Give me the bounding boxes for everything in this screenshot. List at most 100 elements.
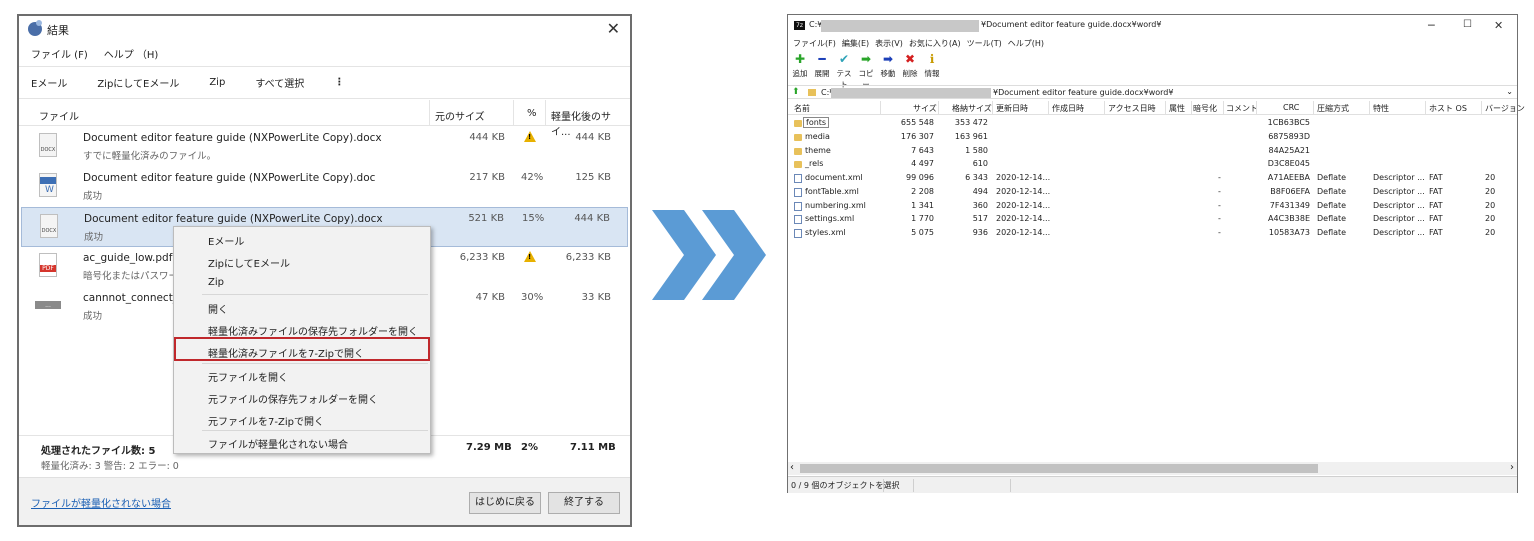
info-icon: ℹ <box>929 52 935 66</box>
item-name: document.xml <box>805 173 863 182</box>
app-icon <box>28 20 42 36</box>
menu-bar: ファイル (F) ヘルプ （H) <box>31 46 158 61</box>
menu-help[interactable]: ヘルプ （H) <box>104 46 159 61</box>
item-name: styles.xml <box>805 228 846 237</box>
help-link[interactable]: ファイルが軽量化されない場合 <box>31 495 171 510</box>
ctx-not-reduced-help[interactable]: ファイルが軽量化されない場合 <box>208 436 348 451</box>
col-attributes[interactable]: 属性 <box>1169 103 1185 114</box>
select-all-button[interactable]: すべて選択 <box>255 75 304 90</box>
finish-button[interactable]: 終了する <box>548 492 620 514</box>
col-file[interactable]: ファイル <box>39 108 79 123</box>
col-name[interactable]: 名前 <box>794 103 810 114</box>
email-button[interactable]: Eメール <box>31 75 67 90</box>
maximize-icon[interactable]: ☐ <box>1463 19 1472 30</box>
folder-row[interactable]: theme 7 643 1 580 84A25A21 <box>788 145 1517 159</box>
ctx-open[interactable]: 開く <box>208 301 228 316</box>
orig-size: 6,233 KB <box>459 252 505 263</box>
scroll-thumb[interactable] <box>800 464 1318 473</box>
more-options-icon[interactable]: ⋮ <box>334 77 344 88</box>
xml-file-icon <box>794 174 802 183</box>
footer: ファイルが軽量化されない場合 はじめに戻る 終了する <box>19 477 630 525</box>
file-row[interactable]: fontTable.xml 2 208 494 2020-12-14... - … <box>788 186 1517 200</box>
folder-row[interactable]: fonts 655 548 353 472 1CB63BC5 <box>788 117 1517 131</box>
folder-icon <box>794 161 802 168</box>
col-method[interactable]: 圧縮方式 <box>1317 103 1349 114</box>
col-created[interactable]: 作成日時 <box>1052 103 1084 114</box>
col-host-os[interactable]: ホスト OS <box>1429 103 1467 114</box>
chevron-down-icon[interactable]: ⌄ <box>1506 87 1513 96</box>
scroll-left-icon[interactable]: ‹ <box>790 462 794 473</box>
col-comment[interactable]: コメント <box>1226 103 1258 114</box>
xml-file-icon <box>794 229 802 238</box>
add-button[interactable]: ✚ 追加 <box>789 53 811 79</box>
processed-detail: 軽量化済み: 3 警告: 2 エラー: 0 <box>41 461 179 472</box>
menu-view[interactable]: 表示(V) <box>875 38 903 49</box>
file-row[interactable]: document.xml 99 096 6 343 2020-12-14... … <box>788 172 1517 186</box>
ctx-open-output-folder[interactable]: 軽量化済みファイルの保存先フォルダーを開く <box>208 323 418 338</box>
reduction-pct: 15% <box>522 213 545 224</box>
address-bar[interactable]: ⬆ C:¥ ¥Document editor feature guide.doc… <box>788 85 1517 99</box>
file-status: 成功 <box>83 191 103 202</box>
item-name: _rels <box>805 159 824 168</box>
file-row[interactable]: W Document editor feature guide (NXPower… <box>21 167 628 207</box>
col-crc[interactable]: CRC <box>1283 103 1299 112</box>
warning-icon <box>524 131 536 142</box>
col-packed[interactable]: 格納サイズ <box>952 103 992 114</box>
file-row[interactable]: DOCX Document editor feature guide (NXPo… <box>21 127 628 167</box>
folder-row[interactable]: media 176 307 163 961 6875893D <box>788 131 1517 145</box>
delete-button[interactable]: ✖ 削除 <box>899 53 921 79</box>
close-icon[interactable]: ✕ <box>607 19 620 38</box>
minimize-icon[interactable]: ─ <box>1428 19 1435 32</box>
menu-favorites[interactable]: お気に入り(A) <box>909 38 961 49</box>
title-bar: 結果 ✕ <box>19 16 630 44</box>
item-name: fonts <box>803 117 830 128</box>
menu-help[interactable]: ヘルプ(H) <box>1008 38 1044 49</box>
scroll-right-icon[interactable]: › <box>1510 462 1514 473</box>
new-size: 33 KB <box>581 292 611 303</box>
file-row[interactable]: styles.xml 5 075 936 2020-12-14... - 105… <box>788 227 1517 241</box>
file-name: Document editor feature guide (NXPowerLi… <box>83 172 376 184</box>
col-pct[interactable]: % <box>527 108 537 119</box>
menu-file[interactable]: ファイル (F) <box>31 46 88 61</box>
list-header: 名前 サイズ 格納サイズ 更新日時 作成日時 アクセス日時 属性 暗号化 コメン… <box>788 101 1525 115</box>
file-status: 成功 <box>83 311 103 322</box>
total-new-size: 7.11 MB <box>570 442 616 453</box>
menu-file[interactable]: ファイル(F) <box>793 38 836 49</box>
extract-button[interactable]: ━ 展開 <box>811 53 833 79</box>
ctx-email[interactable]: Eメール <box>208 233 244 248</box>
horizontal-scrollbar[interactable]: ‹ › <box>788 462 1517 475</box>
zip-email-button[interactable]: ZipにしてEメール <box>97 75 179 90</box>
col-encrypted[interactable]: 暗号化 <box>1193 103 1217 114</box>
orig-size: 47 KB <box>475 292 505 303</box>
file-name: ac_guide_low.pdf <box>83 252 173 264</box>
file-row[interactable]: numbering.xml 1 341 360 2020-12-14... - … <box>788 200 1517 214</box>
move-button[interactable]: ➡ 移動 <box>877 53 899 79</box>
warning-icon <box>524 251 536 262</box>
file-row[interactable]: settings.xml 1 770 517 2020-12-14... - A… <box>788 213 1517 227</box>
menu-edit[interactable]: 編集(E) <box>842 38 869 49</box>
item-name: numbering.xml <box>805 201 866 210</box>
new-size: 444 KB <box>575 132 611 143</box>
folder-row[interactable]: _rels 4 497 610 D3C8E045 <box>788 158 1517 172</box>
col-accessed[interactable]: アクセス日時 <box>1108 103 1156 114</box>
ctx-open-original-folder[interactable]: 元ファイルの保存先フォルダーを開く <box>208 391 378 406</box>
info-button[interactable]: ℹ 情報 <box>921 53 943 79</box>
ctx-open-original[interactable]: 元ファイルを開く <box>208 369 288 384</box>
ctx-zip-email[interactable]: ZipにしてEメール <box>208 255 290 270</box>
col-orig-size[interactable]: 元のサイズ <box>435 108 485 123</box>
back-button[interactable]: はじめに戻る <box>469 492 541 514</box>
plus-icon: ✚ <box>794 52 806 66</box>
col-modified[interactable]: 更新日時 <box>996 103 1028 114</box>
col-size[interactable]: サイズ <box>913 103 937 114</box>
ctx-zip[interactable]: Zip <box>208 277 224 288</box>
generic-file-icon: ... <box>35 301 61 309</box>
col-characteristics[interactable]: 特性 <box>1373 103 1389 114</box>
title-bar: 7z C:¥ ¥Document editor feature guide.do… <box>788 15 1517 37</box>
col-version[interactable]: バージョン <box>1485 103 1525 114</box>
close-icon[interactable]: ✕ <box>1494 19 1503 32</box>
zip-button[interactable]: Zip <box>209 77 225 88</box>
ctx-open-original-7zip[interactable]: 元ファイルを7-Zipで開く <box>208 413 324 428</box>
up-folder-icon[interactable]: ⬆ <box>792 87 800 97</box>
menu-tools[interactable]: ツール(T) <box>967 38 1002 49</box>
docx-file-icon: DOCX <box>39 133 57 157</box>
